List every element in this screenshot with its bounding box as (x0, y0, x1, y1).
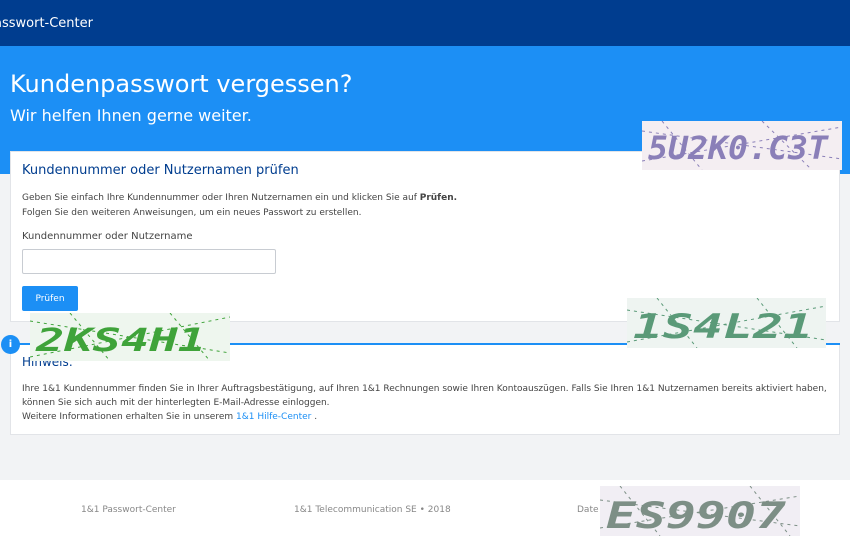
help-center-link[interactable]: 1&1 Hilfe-Center (236, 412, 311, 422)
instructions-line2: Folgen Sie den weiteren Anweisungen, um … (22, 208, 362, 218)
captcha-text: 2KS4H1 (35, 321, 206, 359)
hint-text: Ihre 1&1 Kundennummer finden Sie in Ihre… (22, 382, 832, 424)
captcha-image: 2KS4H1 (30, 313, 230, 361)
footer-brand: 1&1 Passwort-Center (81, 505, 176, 515)
captcha-image: 5U2K0.C3T (642, 121, 842, 170)
app-title[interactable]: asswort-Center (0, 16, 93, 31)
footer-privacy-link[interactable]: Date (577, 505, 599, 515)
top-navigation-bar: asswort-Center (0, 0, 850, 46)
instructions-text: Geben Sie einfach Ihre Kundennummer oder… (22, 191, 457, 221)
instructions-bold: Prüfen. (419, 193, 458, 203)
page-title: Kundenpasswort vergessen? (10, 70, 353, 98)
instructions-line1: Geben Sie einfach Ihre Kundennummer oder… (22, 193, 420, 203)
card-title: Kundennummer oder Nutzernamen prüfen (22, 163, 299, 178)
hint-line2-suffix: . (311, 412, 318, 422)
captcha-image: 1S4L21 (627, 298, 826, 348)
check-button[interactable]: Prüfen (22, 286, 78, 311)
captcha-text: 1S4L21 (633, 307, 813, 347)
captcha-image: ES9907 (600, 486, 800, 536)
page-subtitle: Wir helfen Ihnen gerne weiter. (10, 106, 252, 125)
hint-line2-prefix: Weitere Informationen erhalten Sie in un… (22, 412, 236, 422)
customer-id-label: Kundennummer oder Nutzername (22, 231, 193, 242)
hint-line1: Ihre 1&1 Kundennummer finden Sie in Ihre… (22, 384, 827, 408)
captcha-text: ES9907 (606, 496, 786, 536)
footer-copyright: 1&1 Telecommunication SE • 2018 (294, 505, 451, 515)
captcha-text: 5U2K0.C3T (648, 129, 830, 167)
customer-id-input[interactable] (22, 249, 276, 274)
customer-check-card: Kundennummer oder Nutzernamen prüfen Geb… (10, 151, 840, 322)
info-icon: i (1, 335, 20, 354)
